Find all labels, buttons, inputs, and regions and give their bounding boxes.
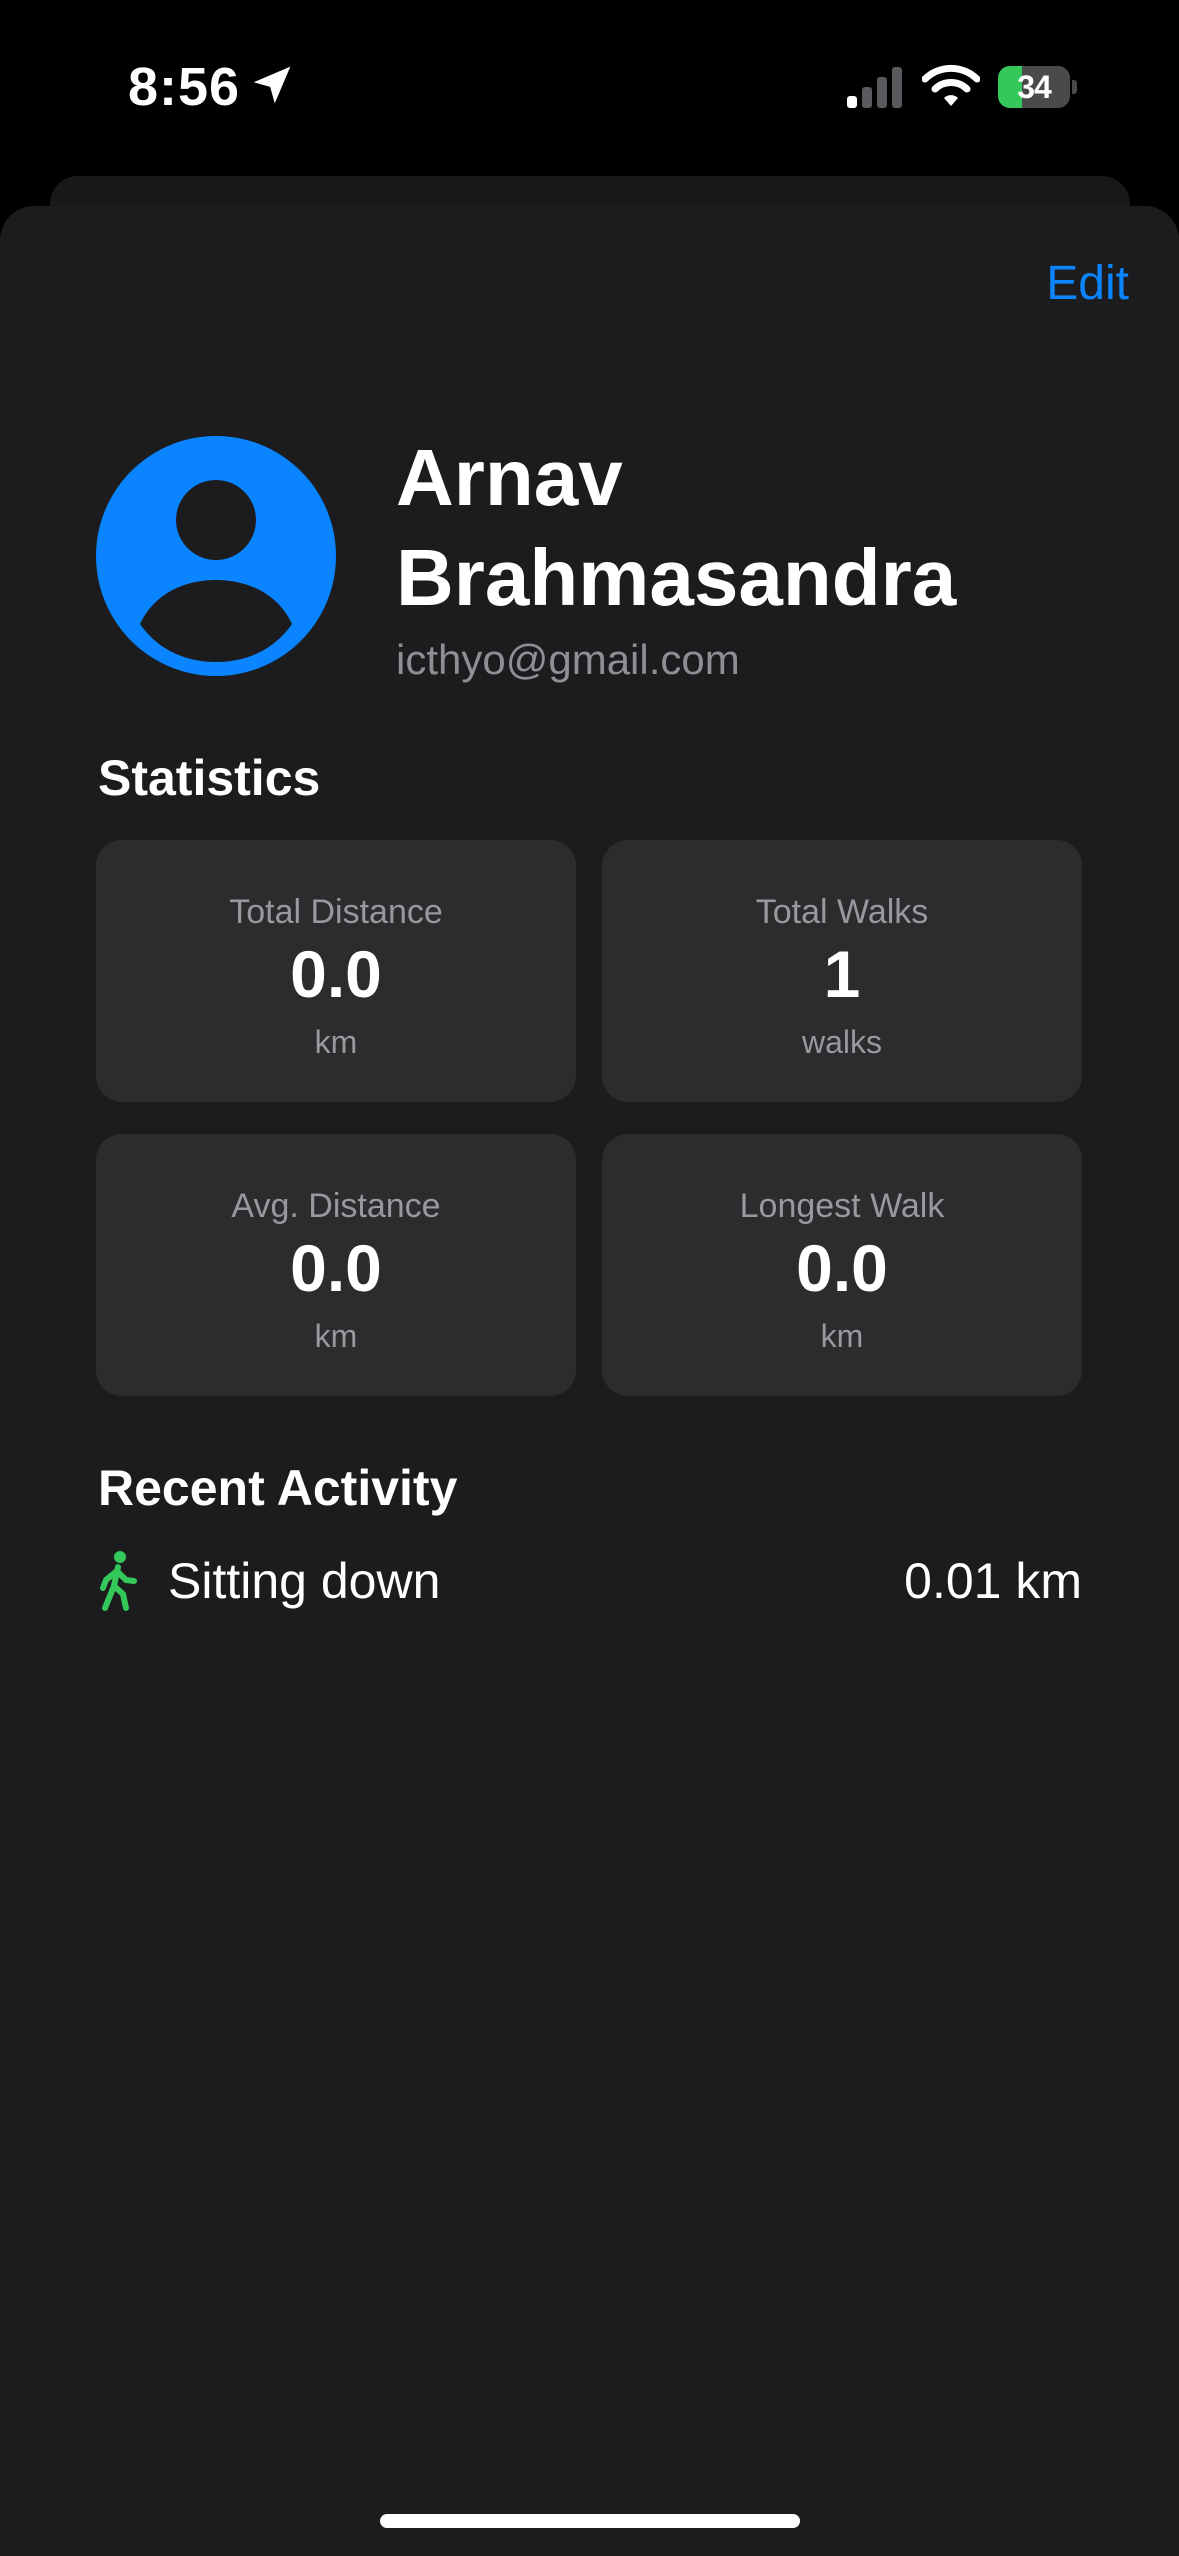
edit-button[interactable]: Edit: [1046, 252, 1129, 316]
stat-unit: km: [314, 1024, 358, 1060]
stat-card-total-distance: Total Distance 0.0 km: [96, 840, 576, 1102]
wifi-icon: [922, 64, 980, 106]
stat-card-total-walks: Total Walks 1 walks: [602, 840, 1082, 1102]
stat-unit: km: [314, 1318, 358, 1354]
statistics-title: Statistics: [98, 750, 321, 806]
walking-figure-icon: [100, 1551, 137, 1611]
status-bar: 8:56 34: [0, 0, 1179, 170]
avatar: [96, 436, 336, 676]
activity-distance: 0.01 km: [904, 1553, 1082, 1609]
activity-list-item[interactable]: Sitting down 0.01 km: [96, 1546, 1082, 1618]
battery-indicator: 34: [998, 66, 1078, 108]
stat-value: 0.0: [290, 937, 382, 1011]
person-circle-icon: [140, 480, 292, 662]
battery-level-text: 34: [1017, 69, 1052, 105]
stat-unit: walks: [801, 1024, 882, 1060]
recent-activity-title: Recent Activity: [98, 1460, 458, 1516]
cellular-signal-icon: [847, 67, 902, 108]
stat-label: Longest Walk: [739, 1187, 945, 1225]
status-time: 8:56: [128, 57, 241, 117]
stat-card-longest-walk: Longest Walk 0.0 km: [602, 1134, 1082, 1396]
activity-name: Sitting down: [168, 1553, 441, 1609]
home-indicator[interactable]: [380, 2514, 800, 2528]
stat-unit: km: [820, 1318, 864, 1354]
stat-label: Total Walks: [755, 893, 929, 931]
stat-value: 0.0: [796, 1231, 888, 1305]
stat-label: Avg. Distance: [231, 1187, 441, 1225]
stat-label: Total Distance: [229, 893, 443, 931]
profile-name: Arnav Brahmasandra: [396, 433, 957, 622]
profile-email: icthyo@gmail.com: [396, 636, 740, 683]
stat-value: 1: [823, 937, 861, 1011]
stat-card-avg-distance: Avg. Distance 0.0 km: [96, 1134, 576, 1396]
stat-value: 0.0: [290, 1231, 382, 1305]
location-arrow-icon: [253, 66, 291, 104]
